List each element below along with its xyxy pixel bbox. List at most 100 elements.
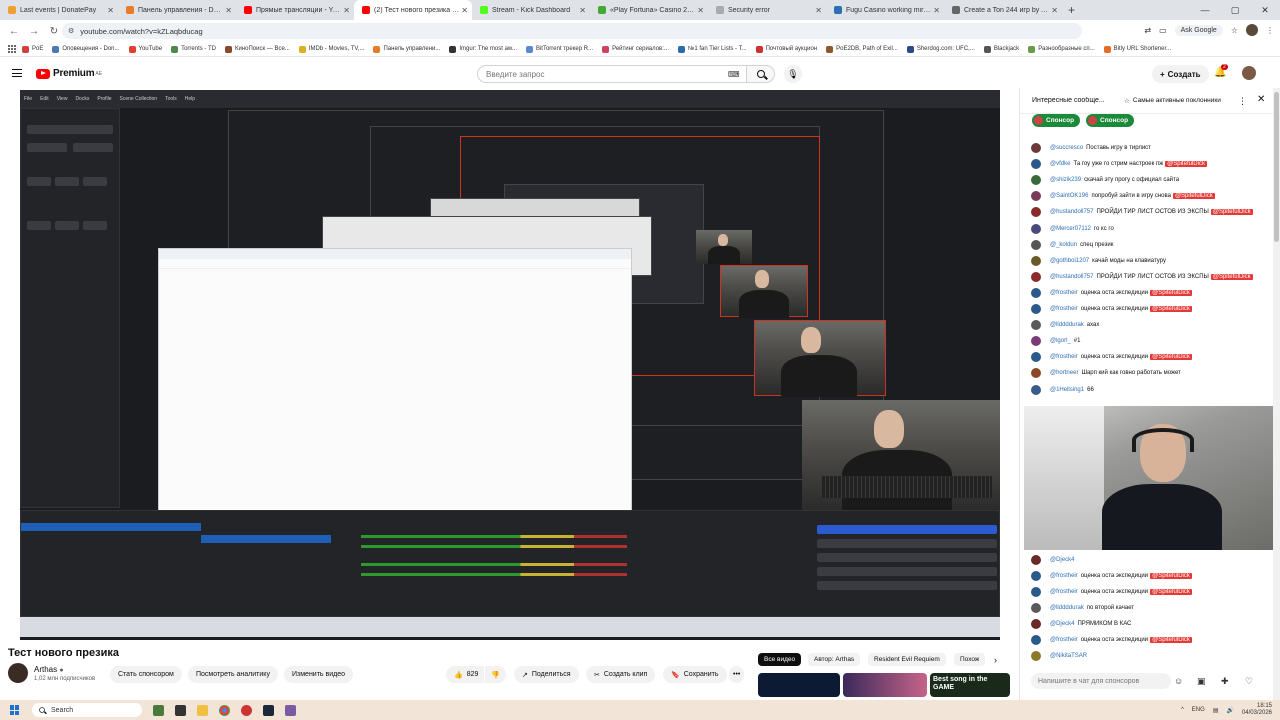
chat-message[interactable]: @1Hellsing1 66 bbox=[1031, 383, 1261, 397]
chat-author[interactable]: @llddddurak bbox=[1050, 605, 1084, 611]
chat-mention[interactable]: @SpitefulDick bbox=[1210, 273, 1253, 280]
channel-avatar[interactable] bbox=[8, 663, 28, 683]
chat-avatar[interactable] bbox=[1031, 587, 1041, 597]
bookmark-item[interactable]: КиноПоиск — Все... bbox=[225, 45, 290, 53]
chat-avatar[interactable] bbox=[1031, 368, 1041, 379]
url-field[interactable]: ⚙ youtube.com/watch?v=kZLaqbducag bbox=[62, 23, 1082, 39]
chat-avatar[interactable] bbox=[1031, 635, 1041, 645]
chat-message[interactable]: @frostheir оценка оста экспедиции @Spitefu… bbox=[1031, 350, 1261, 364]
filter-chip[interactable]: Автор: Arthas bbox=[808, 653, 861, 666]
account-avatar[interactable] bbox=[1242, 66, 1256, 80]
chat-author[interactable]: @succresco bbox=[1050, 145, 1083, 151]
chat-author[interactable]: @Mercer07112 bbox=[1050, 226, 1091, 232]
chat-mention[interactable]: @SpitefulDick bbox=[1150, 589, 1192, 595]
browser-tab[interactable]: Fugu Casino working mirror for✕ bbox=[826, 0, 944, 20]
filter-chip[interactable]: Resident Evil Requiem bbox=[868, 653, 946, 666]
chat-message[interactable]: @Mercer07112 го кс го bbox=[1031, 222, 1261, 236]
bookmark-item[interactable]: BitTorrent трекер R... bbox=[525, 45, 593, 53]
chat-mention[interactable]: @SpitefulDick bbox=[1150, 637, 1192, 643]
chat-avatar[interactable] bbox=[1031, 255, 1041, 266]
chrome-icon[interactable] bbox=[219, 704, 230, 716]
sponsor-badge[interactable]: Спонсор bbox=[1032, 114, 1081, 127]
related-thumbnail[interactable] bbox=[758, 673, 840, 697]
chat-author[interactable]: @frostheir bbox=[1050, 573, 1078, 579]
chat-avatar[interactable] bbox=[1031, 603, 1041, 613]
bookmark-item[interactable]: Sherdog.com: UFC,... bbox=[906, 45, 975, 53]
browser-tab[interactable]: Last events | DonatePay ✕ bbox=[0, 0, 118, 20]
close-tab-icon[interactable]: ✕ bbox=[1051, 6, 1058, 15]
chat-avatar[interactable] bbox=[1031, 175, 1041, 186]
more-actions-button[interactable]: ••• bbox=[729, 666, 745, 683]
chat-mention[interactable]: @SpitefulDick bbox=[1150, 573, 1192, 579]
page-scrollbar[interactable] bbox=[1273, 88, 1280, 700]
close-tab-icon[interactable]: ✕ bbox=[697, 6, 704, 15]
channel-name[interactable]: Arthas ● bbox=[34, 665, 64, 674]
chat-author[interactable]: @Djeck4 bbox=[1050, 621, 1074, 627]
chat-mention[interactable]: @SpitefulDick bbox=[1172, 193, 1215, 200]
chat-avatar[interactable] bbox=[1031, 191, 1041, 202]
edit-video-button[interactable]: Изменить видео bbox=[284, 666, 354, 683]
chat-input[interactable] bbox=[1038, 677, 1168, 685]
taskbar-search[interactable]: Search bbox=[32, 703, 142, 717]
microphone-icon[interactable]: 🎙 bbox=[784, 65, 802, 83]
reactions-icon[interactable]: ✚ bbox=[1221, 676, 1229, 687]
taskbar-app-icon[interactable] bbox=[285, 704, 296, 716]
chat-message[interactable]: @lgorl_ #1 bbox=[1031, 334, 1261, 348]
chat-message[interactable]: @gothboi1207 качай моды на клавиатуру bbox=[1031, 254, 1261, 268]
chat-message[interactable]: @llddddurak по второй качает bbox=[1031, 601, 1261, 615]
chat-author[interactable]: @gothboi1207 bbox=[1050, 258, 1089, 264]
forward-icon[interactable]: → bbox=[28, 26, 40, 37]
bookmark-item[interactable]: YouTube bbox=[128, 45, 162, 53]
keyboard-icon[interactable]: ⌨ bbox=[728, 70, 740, 79]
chat-author[interactable]: @1Hellsing1 bbox=[1050, 387, 1084, 393]
chat-message[interactable]: @hortneer Шарп кий как говно работать мож… bbox=[1031, 366, 1261, 380]
chat-message[interactable]: @succresco Поставь игру в тирлист bbox=[1031, 141, 1261, 155]
chat-avatar[interactable] bbox=[1031, 271, 1041, 282]
bookmark-item[interactable]: Imgur: The most aw... bbox=[449, 45, 517, 53]
chat-avatar[interactable] bbox=[1031, 143, 1041, 153]
steam-icon[interactable] bbox=[263, 704, 274, 716]
taskbar-app-icon[interactable] bbox=[175, 704, 186, 716]
folder-icon[interactable] bbox=[197, 704, 208, 716]
chat-author[interactable]: @frostheir bbox=[1050, 354, 1078, 360]
chat-author[interactable]: @frostheir bbox=[1050, 290, 1078, 296]
close-tab-icon[interactable]: ✕ bbox=[225, 6, 232, 15]
chat-mention[interactable]: @SpitefulDick bbox=[1165, 161, 1207, 168]
chat-message[interactable]: @Djeck4 bbox=[1031, 553, 1261, 567]
chat-author[interactable]: @vfdke bbox=[1050, 161, 1070, 167]
filter-chip[interactable]: Похож bbox=[954, 653, 986, 666]
close-tab-icon[interactable]: ✕ bbox=[815, 6, 822, 15]
chat-avatar[interactable] bbox=[1031, 336, 1041, 347]
bookmark-item[interactable]: Рейтинг сериалов:... bbox=[602, 45, 669, 53]
chat-message[interactable]: @vfdke Та гоу уже го стрим настроек пж @Sp… bbox=[1031, 157, 1261, 171]
chat-mention[interactable]: @SpitefulDick bbox=[1150, 289, 1192, 296]
bookmark-item[interactable]: Blackjack bbox=[983, 45, 1019, 53]
clip-button[interactable]: ✂ Создать клип bbox=[586, 666, 656, 683]
back-icon[interactable]: ← bbox=[8, 26, 20, 37]
chat-message[interactable]: @llddddurak ахах bbox=[1031, 318, 1261, 332]
search-button[interactable] bbox=[747, 65, 775, 83]
profile-avatar[interactable] bbox=[1246, 24, 1258, 36]
chat-author[interactable]: @_koldun bbox=[1050, 242, 1077, 248]
top-fans-button[interactable]: ☆ Самые активные поклонники bbox=[1124, 97, 1221, 105]
chat-message[interactable]: @SaintOK196 попробуй зайти в игру снова @S… bbox=[1031, 189, 1261, 203]
sponsor-badge[interactable]: Спонсор bbox=[1086, 114, 1135, 127]
windows-start-icon[interactable] bbox=[10, 705, 20, 715]
close-window-icon[interactable]: ✕ bbox=[1250, 0, 1280, 20]
browser-tab[interactable]: Security error ✕ bbox=[708, 0, 826, 20]
network-icon[interactable]: ▤ bbox=[1213, 707, 1219, 714]
bookmark-item[interactable]: №1 fan Tier Lists - T... bbox=[677, 45, 747, 53]
chat-message[interactable]: @frostheir оценка оста экспедиции @Spitefu… bbox=[1031, 633, 1261, 647]
chat-avatar[interactable] bbox=[1031, 304, 1041, 314]
minimize-icon[interactable]: — bbox=[1190, 0, 1220, 20]
chat-avatar[interactable] bbox=[1031, 619, 1041, 629]
analytics-button[interactable]: Посмотреть аналитику bbox=[188, 666, 278, 683]
chat-avatar[interactable] bbox=[1031, 239, 1041, 250]
browser-tab[interactable]: Create a Ton 244 игр by Arthas✕ bbox=[944, 0, 1062, 20]
bookmark-item[interactable]: Torrents - TD bbox=[171, 45, 216, 53]
chat-author[interactable]: @hustandoll757 bbox=[1050, 274, 1093, 280]
install-icon[interactable]: ▭ bbox=[1159, 26, 1167, 35]
chat-avatar[interactable] bbox=[1031, 384, 1041, 395]
site-info-icon[interactable]: ⚙ bbox=[68, 27, 74, 35]
star-icon[interactable]: ☆ bbox=[1231, 26, 1238, 35]
